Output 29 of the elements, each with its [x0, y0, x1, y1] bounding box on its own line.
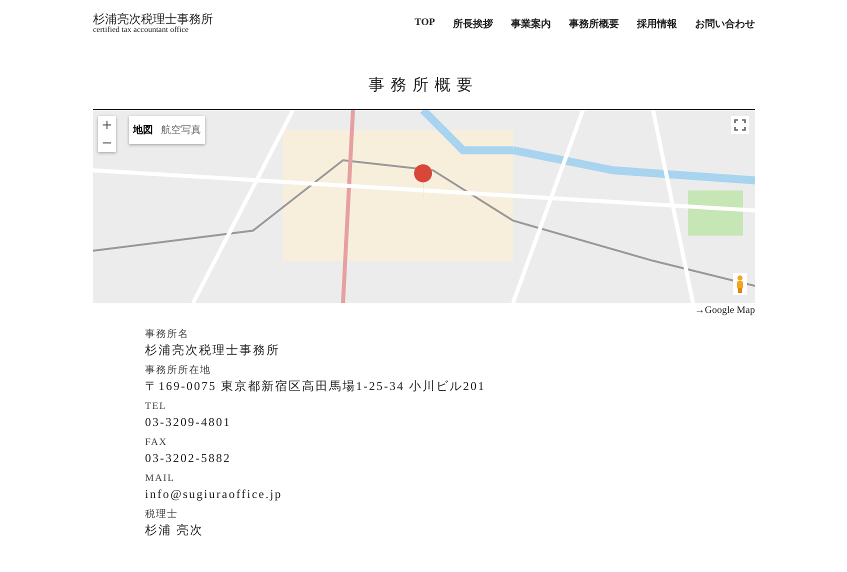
detail-label: FAX [145, 436, 168, 449]
logo-title[interactable]: 杉浦亮次税理士事務所 [93, 13, 213, 25]
logo-subtitle: certified tax accountant office [93, 26, 190, 34]
detail-value: 杉浦亮次税理士事務所 [145, 343, 281, 358]
detail-label: 事務所所在地 [145, 364, 212, 377]
detail-value: 杉浦 亮次 [145, 523, 204, 538]
nav-link[interactable]: お問い合わせ [695, 16, 755, 30]
page-title: 事務所概要 [368, 76, 480, 96]
detail-label: 税理士 [145, 508, 179, 521]
nav-link[interactable]: 事務所概要 [569, 16, 619, 30]
map-type-button[interactable]: 航空写真 [157, 116, 205, 144]
map-placeholder[interactable]: + − 地図 航空写真 [93, 109, 755, 303]
nav-link[interactable]: 事業案内 [511, 16, 551, 30]
detail-value: 03-3209-4801 [145, 415, 232, 430]
detail-label: MAIL [145, 472, 176, 485]
nav-link[interactable]: 採用情報 [637, 16, 677, 30]
nav-link[interactable]: TOP [414, 16, 435, 30]
detail-label: 事務所名 [145, 328, 190, 341]
zoom-in-button[interactable]: + [98, 116, 116, 134]
detail-value: 03-3202-5882 [145, 451, 232, 466]
google-map-link[interactable]: →Google Map [694, 305, 755, 316]
detail-value: 〒169-0075 東京都新宿区高田馬場1-25-34 小川ビル201 [145, 379, 486, 394]
person-icon[interactable] [733, 273, 747, 295]
fullscreen-icon[interactable] [731, 116, 749, 134]
zoom-out-button[interactable]: − [98, 134, 116, 152]
detail-label: TEL [145, 400, 168, 413]
nav-link[interactable]: 所長挨拶 [453, 16, 493, 30]
detail-value: info@sugiuraoffice.jp [145, 487, 284, 502]
map-type-button[interactable]: 地図 [129, 116, 157, 144]
